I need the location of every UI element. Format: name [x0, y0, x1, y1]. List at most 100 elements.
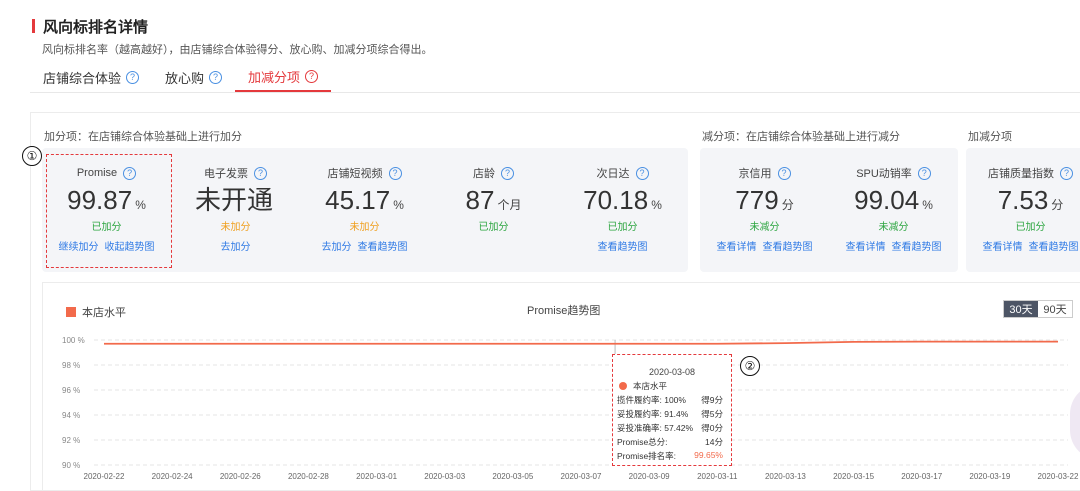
card-value-wrap: 未开通	[195, 184, 276, 216]
tab-label: 加减分项	[248, 69, 301, 85]
page-header: 风向标排名详情	[32, 18, 149, 36]
card-value: 未开通	[194, 185, 273, 215]
card-value: 7.53	[997, 185, 1049, 215]
range-switch: 30天 90天	[1003, 300, 1073, 318]
card-name: 京信用	[738, 168, 772, 180]
section-label-subtract: 减分项：在店铺综合体验基础上进行减分	[702, 131, 900, 143]
metric-card: 京信用 ? 779 分 未减分 查看详情 查看趋势图	[700, 148, 829, 272]
card-link[interactable]: 查看趋势图	[763, 238, 813, 253]
tooltip-row: Promise排名率: 99.65%	[617, 450, 727, 462]
chart-legend[interactable]: 本店水平	[66, 304, 126, 320]
card-title: 店龄 ?	[473, 166, 514, 180]
card-link[interactable]: 查看详情	[846, 238, 886, 253]
tab-assured-buy[interactable]: 放心购 ?	[152, 62, 235, 92]
range-30-button[interactable]: 30天	[1004, 301, 1038, 317]
tooltip-row-value: 14分	[705, 437, 723, 447]
help-icon[interactable]: ?	[388, 166, 402, 180]
tooltip-row-label: 妥投准确率: 57.42%	[617, 423, 694, 433]
card-status: 已加分	[1015, 222, 1046, 233]
card-link[interactable]: 查看趋势图	[1029, 238, 1079, 253]
card-name: SPU动销率	[856, 168, 912, 180]
card-title: SPU动销率 ?	[856, 166, 931, 180]
card-value: 70.18	[583, 185, 649, 215]
help-icon[interactable]: ?	[305, 69, 319, 83]
tooltip-row: Promise总分: 14分	[617, 436, 727, 448]
tooltip-row-value: 得0分	[701, 423, 723, 433]
tooltip-row-label: 揽件履约率: 100%	[617, 395, 686, 405]
card-link[interactable]: 查看趋势图	[892, 238, 942, 253]
card-link[interactable]: 查看详情	[983, 238, 1023, 253]
tooltip-date: 2020-03-08	[648, 367, 696, 377]
card-value-wrap: 779 分	[735, 184, 793, 216]
subtract-cards-group: 京信用 ? 779 分 未减分 查看详情 查看趋势图 SPU动销率 ? 99.04…	[700, 148, 958, 272]
card-unit: %	[393, 198, 404, 212]
help-icon[interactable]: ?	[254, 166, 267, 180]
card-status: 已加分	[607, 222, 638, 233]
help-icon[interactable]: ?	[209, 70, 223, 84]
card-value-wrap: 45.17 %	[325, 184, 404, 216]
annotation-marker-1: ①	[22, 146, 42, 166]
help-icon[interactable]: ?	[635, 166, 649, 180]
tooltip-row-label: Promise总分:	[617, 437, 668, 447]
card-status: 未加分	[220, 222, 251, 233]
card-title: 京信用 ?	[739, 166, 791, 180]
card-value-wrap: 87 个月	[466, 184, 522, 216]
card-link[interactable]: 去加分	[322, 238, 352, 253]
metric-card: 店龄 ? 87 个月 已加分	[429, 148, 558, 272]
help-icon[interactable]: ?	[777, 166, 791, 180]
card-links: 查看详情 查看趋势图	[717, 238, 813, 253]
card-link[interactable]: 去加分	[221, 238, 251, 253]
help-icon[interactable]: ?	[126, 70, 140, 84]
card-name: 电子发票	[204, 168, 248, 180]
card-value-wrap: 70.18 %	[583, 184, 662, 216]
page-title: 风向标排名详情	[43, 18, 149, 36]
tab-label: 店铺综合体验	[43, 70, 122, 86]
range-90-button[interactable]: 90天	[1038, 301, 1072, 317]
card-value: 99.04	[854, 185, 920, 215]
help-icon[interactable]: ?	[501, 166, 514, 180]
help-icon[interactable]: ?	[917, 166, 931, 180]
card-status: 已加分	[478, 222, 509, 233]
card-title: 电子发票 ?	[204, 166, 267, 180]
card-link[interactable]: 查看趋势图	[598, 238, 648, 253]
card-unit: %	[651, 198, 662, 212]
card-name: 店龄	[473, 168, 495, 180]
card-status: 未减分	[878, 222, 909, 233]
addsub-cards-group: 店铺质量指数 ? 7.53 分 已加分 查看详情 查看趋势图	[966, 148, 1080, 272]
tooltip-row-value: 99.65%	[694, 450, 723, 460]
tab-store-experience[interactable]: 店铺综合体验 ?	[30, 62, 152, 92]
metric-card: SPU动销率 ? 99.04 % 未减分 查看详情 查看趋势图	[829, 148, 958, 272]
card-link[interactable]: 查看趋势图	[358, 238, 408, 253]
tooltip-row-value: 得5分	[701, 409, 723, 419]
title-accent-bar	[32, 19, 35, 33]
tooltip-rows: 揽件履约率: 100% 得9分 妥投履约率: 91.4% 得5分 妥投准确率: 57…	[617, 394, 727, 462]
card-unit: 个月	[497, 198, 522, 212]
card-unit: %	[922, 198, 933, 212]
tab-bar: 店铺综合体验 ? 放心购 ? 加减分项 ?	[30, 62, 332, 92]
card-name: 次日达	[596, 168, 630, 180]
tab-bonus-items[interactable]: 加减分项 ?	[235, 62, 332, 92]
chart-title: Promise趋势图	[527, 305, 601, 317]
card-links: 查看详情 查看趋势图	[983, 238, 1079, 253]
help-icon[interactable]: ?	[1060, 166, 1073, 180]
card-link[interactable]: 查看详情	[717, 238, 757, 253]
card-title: 店铺质量指数 ?	[988, 166, 1073, 180]
card-value-wrap: 99.04 %	[854, 184, 933, 216]
card-name: 店铺质量指数	[988, 168, 1054, 180]
card-name: 店铺短视频	[327, 168, 383, 180]
tab-label: 放心购	[165, 70, 205, 86]
tooltip-row-label: Promise排名率:	[617, 451, 677, 461]
card-title: 店铺短视频 ?	[328, 166, 402, 180]
card-status: 未加分	[349, 222, 380, 233]
card-links: 去加分 查看趋势图	[322, 238, 408, 253]
tooltip-row: 揽件履约率: 100% 得9分	[617, 394, 727, 406]
card-links: 查看详情 查看趋势图	[846, 238, 942, 253]
tooltip-row: 妥投履约率: 91.4% 得5分	[617, 408, 727, 420]
section-label-addsub: 加减分项	[968, 131, 1012, 143]
tooltip-row-value: 得9分	[701, 395, 723, 405]
annotation-marker-2: ②	[740, 356, 760, 376]
tooltip-legend-label: 本店水平	[633, 381, 668, 391]
tooltip-row: 妥投准确率: 57.42% 得0分	[617, 422, 727, 434]
card-unit: 分	[781, 198, 794, 212]
card-value: 779	[735, 185, 779, 215]
